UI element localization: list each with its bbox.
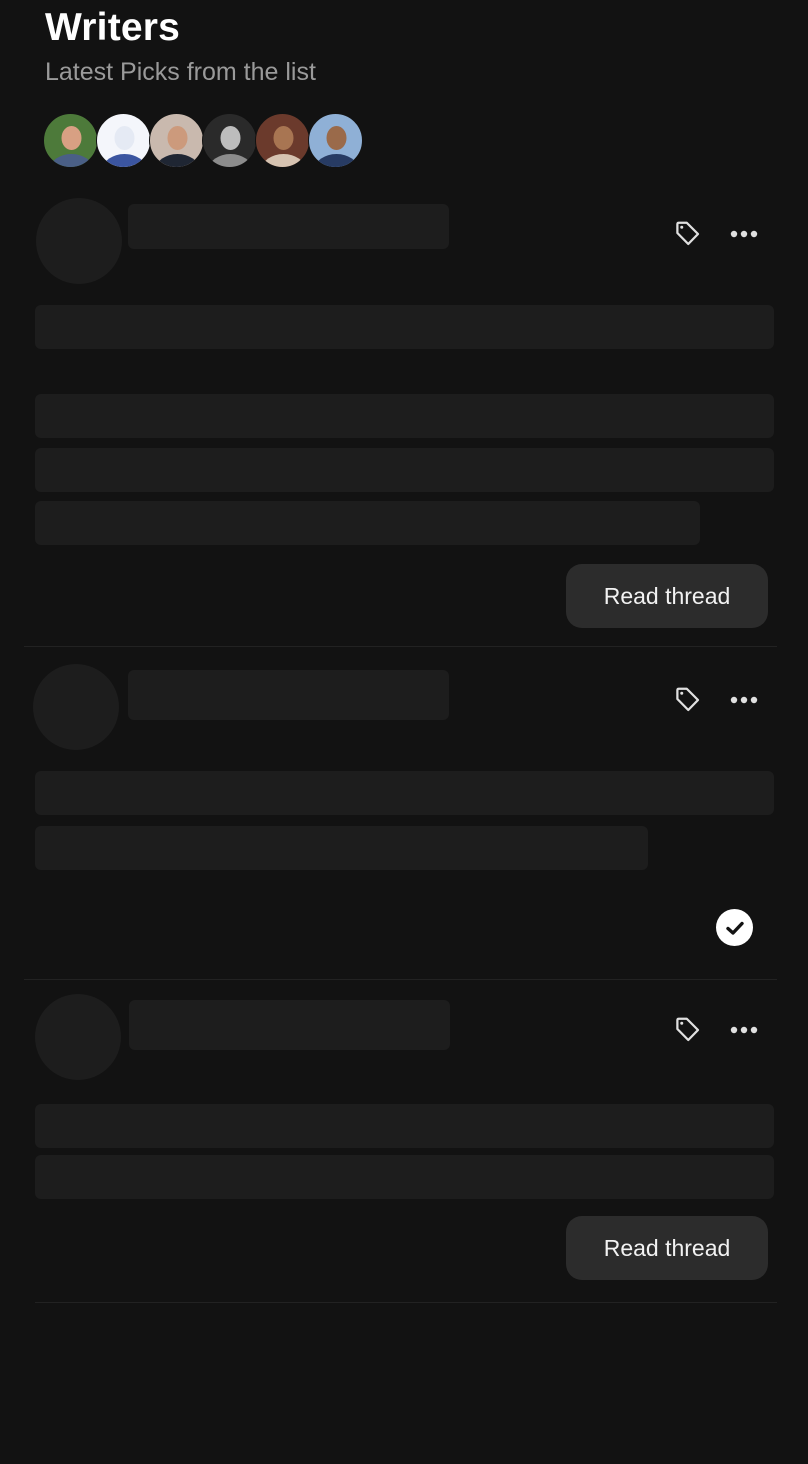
text-line-placeholder (35, 826, 648, 870)
writer-avatar[interactable] (149, 113, 204, 168)
writer-avatar[interactable] (43, 113, 98, 168)
tag-icon (676, 1017, 700, 1042)
text-line-placeholder (35, 1155, 774, 1199)
text-line-placeholder (35, 448, 774, 492)
author-avatar-placeholder (35, 994, 121, 1080)
avatar-portrait-icon (314, 126, 359, 167)
thread-read-status[interactable] (716, 909, 753, 946)
divider (24, 646, 777, 647)
writer-avatar[interactable] (96, 113, 151, 168)
more-options-button[interactable] (727, 683, 761, 717)
author-name-placeholder (128, 204, 449, 249)
text-line-placeholder (35, 771, 774, 815)
more-horizontal-icon (730, 696, 758, 704)
text-line-placeholder (35, 394, 774, 438)
avatar-portrait-icon (49, 126, 94, 167)
tag-button[interactable] (671, 683, 705, 717)
more-options-button[interactable] (727, 1013, 761, 1047)
divider (24, 979, 777, 980)
text-line-placeholder (35, 305, 774, 349)
writer-avatar[interactable] (255, 113, 310, 168)
avatar-portrait-icon (155, 126, 200, 167)
page-subtitle: Latest Picks from the list (45, 58, 316, 86)
author-avatar-placeholder (33, 664, 119, 750)
avatar-portrait-icon (261, 126, 306, 167)
tag-icon (676, 687, 700, 712)
tag-button[interactable] (671, 1013, 705, 1047)
divider (35, 1302, 777, 1303)
author-avatar-placeholder (36, 198, 122, 284)
author-name-placeholder (128, 670, 449, 720)
more-horizontal-icon (730, 1026, 758, 1034)
avatar-portrait-icon (102, 126, 147, 167)
writer-avatar[interactable] (202, 113, 257, 168)
tag-button[interactable] (671, 217, 705, 251)
tag-icon (676, 221, 700, 246)
avatar-portrait-icon (208, 126, 253, 167)
author-name-placeholder (129, 1000, 450, 1050)
more-options-button[interactable] (727, 217, 761, 251)
read-thread-button[interactable]: Read thread (566, 564, 768, 628)
more-horizontal-icon (730, 230, 758, 238)
text-line-placeholder (35, 1104, 774, 1148)
page-title: Writers (45, 6, 181, 49)
writer-avatar[interactable] (308, 113, 363, 168)
text-line-placeholder (35, 501, 700, 545)
read-thread-button[interactable]: Read thread (566, 1216, 768, 1280)
check-icon (725, 921, 744, 935)
